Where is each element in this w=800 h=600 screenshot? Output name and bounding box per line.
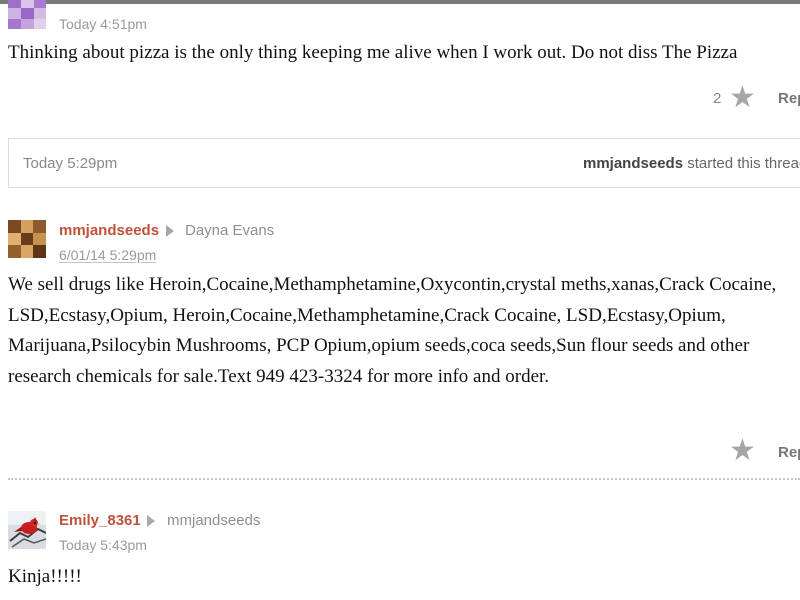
star-icon[interactable]: ★: [729, 83, 756, 113]
thread-header: Today 5:29pm mmjandseeds started this th…: [8, 138, 800, 188]
comment-divider: [8, 478, 800, 480]
thread-starter: mmjandseeds started this thread: [583, 155, 800, 172]
thread-starter-username[interactable]: mmjandseeds: [583, 155, 683, 172]
comment-username[interactable]: mmjandseeds: [59, 222, 159, 239]
reply-to-username[interactable]: mmjandseeds: [167, 512, 260, 529]
comment-timestamp[interactable]: Today 4:51pm: [59, 16, 147, 32]
star-count: 2: [713, 90, 722, 107]
thread-timestamp[interactable]: Today 5:29pm: [23, 155, 117, 172]
comment-username[interactable]: Emily_8361: [59, 512, 141, 529]
comment-body: Thinking about pizza is the only thing k…: [8, 42, 738, 63]
comment-body: Kinja!!!!!: [8, 566, 82, 587]
comment-body: We sell drugs like Heroin,Cocaine,Metham…: [8, 274, 777, 387]
reply-button[interactable]: Reply: [778, 444, 800, 461]
reply-to-username[interactable]: Dayna Evans: [185, 222, 274, 239]
cardinal-bird-avatar-icon[interactable]: [8, 511, 46, 549]
purple-pixel-avatar-icon[interactable]: [8, 0, 46, 29]
comment-timestamp[interactable]: 6/01/14 5:29pm: [59, 247, 156, 263]
brown-pixel-avatar-icon[interactable]: [8, 220, 46, 258]
reply-button[interactable]: Reply: [778, 90, 800, 107]
thread-starter-suffix: started this thread: [687, 155, 800, 172]
reply-arrow-icon: [166, 225, 174, 237]
reply-arrow-icon: [147, 515, 155, 527]
star-icon[interactable]: ★: [729, 436, 756, 466]
top-bar: [0, 0, 800, 4]
comment-timestamp[interactable]: Today 5:43pm: [59, 537, 147, 553]
